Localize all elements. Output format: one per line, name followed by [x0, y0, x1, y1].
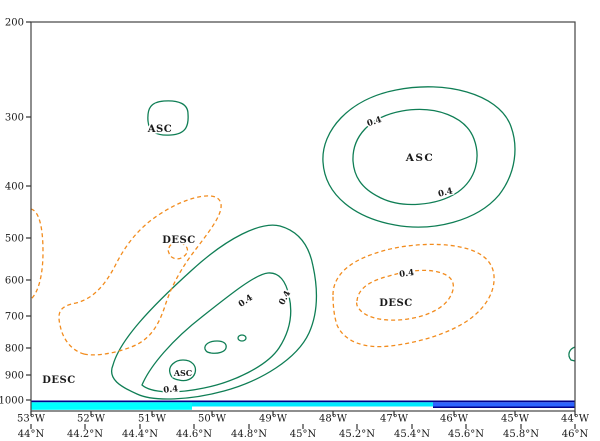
axis-labels: 200 300 400 500 600 700 800 900 1000 53°W 52°W 51°W… — [0, 18, 590, 441]
y-axis-tick-label: 400 — [5, 182, 24, 193]
contour-label-0-4: 0.4 — [437, 186, 454, 199]
latitude-tick-label: 44.6°N — [176, 429, 212, 440]
longitude-tick-label: 51°W — [138, 414, 167, 425]
longitude-tick-label: 49°W — [259, 414, 288, 425]
longitude-tick-label: 44°W — [561, 414, 590, 425]
latitude-tick-label: 45.4°N — [394, 429, 430, 440]
contour-label-asc: ASC — [405, 152, 435, 164]
latitude-tick-label: 45.6°N — [448, 429, 484, 440]
longitude-tick-label: 52°W — [77, 414, 106, 425]
surface-bar-segment — [192, 402, 433, 406]
latitude-tick-label: 44.2°N — [67, 429, 103, 440]
latitude-tick-label: 45.8°N — [503, 429, 539, 440]
contour-label-asc: ASC — [173, 368, 192, 378]
contour-label-asc: ASC — [147, 124, 172, 135]
desc-contour-left-edge — [31, 209, 43, 299]
contour-label-0-4: 0.4 — [237, 293, 255, 310]
latitude-tick-label: 44.8°N — [231, 429, 267, 440]
asc-contour-right-edge-arc — [569, 347, 575, 361]
y-axis-tick-label: 500 — [5, 234, 24, 245]
axis-ticks — [26, 22, 575, 429]
asc-contour-central-inner — [142, 273, 291, 392]
contour-label-0-4: 0.4 — [399, 268, 415, 280]
latitude-tick-label: 44°N — [18, 429, 45, 440]
y-axis-tick-label: 900 — [5, 371, 24, 382]
longitude-tick-label: 48°W — [319, 414, 348, 425]
latitude-tick-label: 45.2°N — [339, 429, 375, 440]
contour-label-0-4: 0.4 — [366, 115, 383, 129]
contour-label-desc: DESC — [42, 375, 75, 386]
contour-label-desc: DESC — [162, 235, 195, 246]
y-axis-tick-label: 700 — [5, 312, 24, 323]
longitude-tick-label: 45°W — [501, 414, 530, 425]
desc-contour-left-outer — [59, 196, 221, 355]
pressure-cross-section-plot: 200 300 400 500 600 700 800 900 1000 53°W 52°W 51°W… — [0, 0, 600, 441]
contour-annotations: ASCASC0.40.4DESCDESC0.4ASC0.40.40.4DESC — [42, 115, 454, 396]
desc-contour-right-outer — [333, 244, 494, 346]
contour-label-desc: DESC — [379, 298, 412, 309]
latitude-tick-label: 45°N — [290, 429, 317, 440]
longitude-tick-label: 53°W — [17, 414, 46, 425]
longitude-tick-label: 50°W — [198, 414, 227, 425]
asc-contour-central-outer — [112, 225, 317, 399]
y-axis-tick-label: 300 — [5, 113, 24, 124]
latitude-tick-label: 46°N — [562, 429, 589, 440]
latitude-tick-label: 44.4°N — [122, 429, 158, 440]
y-axis-tick-label: 800 — [5, 344, 24, 355]
desc-contours — [31, 196, 494, 355]
surface-bar-segment — [31, 401, 575, 403]
asc-contour-core-ellipse — [205, 341, 226, 353]
y-axis-tick-label: 600 — [5, 276, 24, 287]
surface-layer-bar — [31, 401, 575, 410]
surface-bar-segment — [433, 402, 575, 406]
surface-bar-segment — [31, 402, 192, 410]
y-axis-tick-label: 1000 — [0, 396, 24, 407]
surface-bar-segment — [433, 407, 575, 409]
longitude-tick-label: 46°W — [440, 414, 469, 425]
y-axis-tick-label: 200 — [5, 18, 24, 29]
asc-contour-core-dot — [238, 335, 246, 341]
longitude-tick-label: 47°W — [380, 414, 409, 425]
contour-label-0-4: 0.4 — [163, 384, 179, 395]
contour-plot-canvas: 200 300 400 500 600 700 800 900 1000 53°W 52°W 51°W… — [0, 0, 600, 441]
